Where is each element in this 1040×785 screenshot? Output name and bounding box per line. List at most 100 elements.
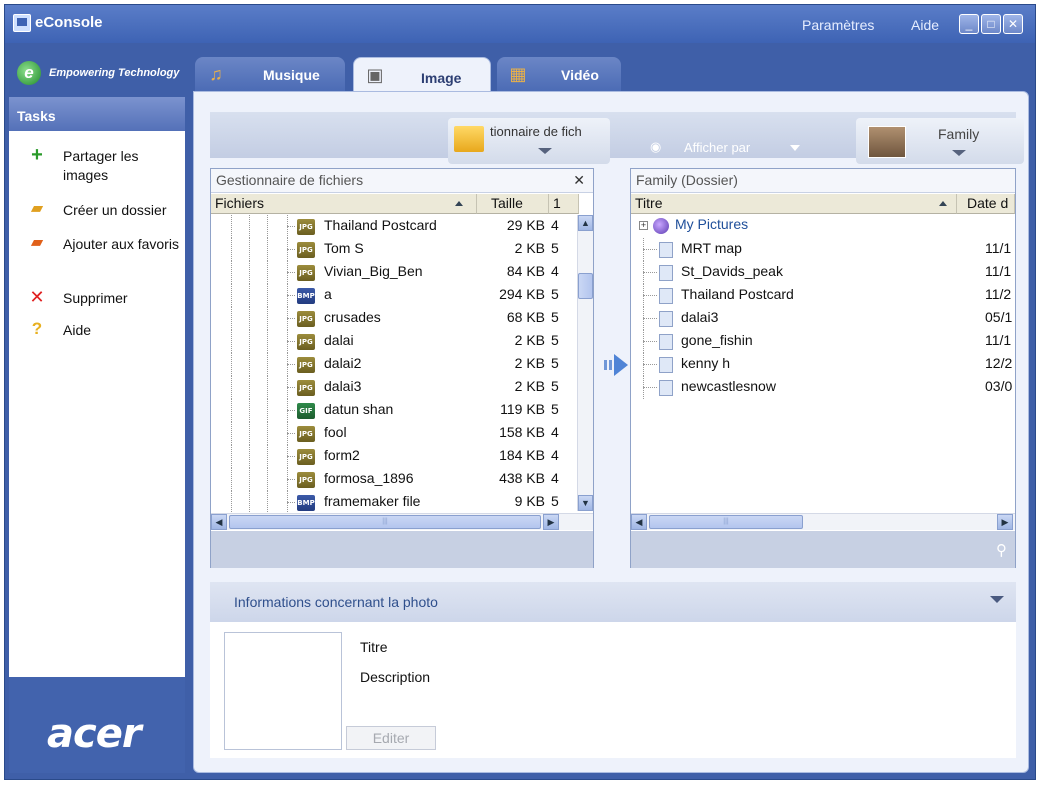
file-size: 184 KB [499, 447, 545, 463]
tree-guide-line [267, 330, 268, 353]
aide-link[interactable]: Aide [911, 17, 939, 33]
search-icon[interactable]: ⚲ [996, 541, 1007, 559]
table-row[interactable]: JPG formosa_1896 438 KB 4 [211, 468, 593, 491]
scroll-left-icon[interactable]: ◀ [211, 514, 227, 530]
tree-guide-line [231, 445, 232, 468]
vertical-scrollbar[interactable]: ▲ ▼ [577, 215, 593, 511]
table-row[interactable]: JPG dalai3 2 KB 5 [211, 376, 593, 399]
list-item[interactable]: St_Davids_peak 11/1 [631, 261, 1015, 284]
album-thumbnail [868, 126, 906, 158]
scroll-left-icon[interactable]: ◀ [631, 514, 647, 530]
tree-guide-line [231, 284, 232, 307]
photo-info-body: Titre Description Editer [210, 622, 1016, 758]
tree-guide-line [249, 261, 250, 284]
table-row[interactable]: JPG dalai2 2 KB 5 [211, 353, 593, 376]
photo-info-header[interactable]: Informations concernant la photo [210, 582, 1016, 622]
file-name: formosa_1896 [324, 470, 414, 486]
table-row[interactable]: GIF datun shan 119 KB 5 [211, 399, 593, 422]
file-extra: 4 [551, 263, 559, 279]
tree-guide-line [287, 341, 295, 342]
afficher-par-label: Afficher par [684, 140, 751, 155]
column-header-fichiers[interactable]: Fichiers [211, 194, 477, 214]
jpg-file-icon: JPG [297, 472, 315, 488]
file-size: 29 KB [506, 217, 545, 233]
source-dropdown[interactable]: tionnaire de fich [448, 118, 610, 164]
scroll-thumb[interactable] [578, 273, 593, 299]
scroll-thumb[interactable]: ||| [649, 515, 803, 529]
tree-root-my-pictures[interactable]: + My Pictures [631, 215, 1015, 238]
column-header-taille[interactable]: Taille [477, 194, 549, 214]
horizontal-scrollbar[interactable]: ◀ ||| ▶ [631, 513, 1015, 530]
tree-guide-line [287, 479, 295, 480]
photo-name: kenny h [681, 355, 731, 371]
list-item[interactable]: gone_fishin 11/1 [631, 330, 1015, 353]
tab-label: Image [421, 70, 462, 86]
photo-date: 11/1 [985, 332, 1012, 348]
table-row[interactable]: JPG fool 158 KB 4 [211, 422, 593, 445]
file-name: crusades [324, 309, 381, 325]
minimize-button[interactable]: _ [959, 14, 979, 34]
photo-date: 11/1 [985, 240, 1012, 256]
column-header-titre[interactable]: Titre [631, 194, 957, 214]
scroll-up-icon[interactable]: ▲ [578, 215, 593, 231]
scroll-right-icon[interactable]: ▶ [997, 514, 1013, 530]
photo-file-icon [659, 242, 673, 258]
table-row[interactable]: BMP framemaker file 9 KB 5 [211, 491, 593, 514]
delete-icon: ✕ [29, 287, 45, 307]
table-row[interactable]: JPG dalai 2 KB 5 [211, 330, 593, 353]
table-row[interactable]: JPG crusades 68 KB 5 [211, 307, 593, 330]
column-label: 1 [553, 195, 561, 211]
list-item[interactable]: newcastlesnow 03/0 [631, 376, 1015, 399]
tab-musique[interactable]: ♫ Musique [195, 57, 345, 93]
file-name: dalai [324, 332, 354, 348]
tree-guide-line [643, 249, 657, 250]
tree-guide-line [287, 226, 295, 227]
album-dropdown[interactable]: Family [856, 118, 1024, 164]
photo-date: 12/2 [985, 355, 1013, 371]
photo-name: Thailand Postcard [681, 286, 794, 302]
column-header-date[interactable]: Date d [957, 194, 1015, 214]
scroll-right-icon[interactable]: ▶ [543, 514, 559, 530]
chevron-down-icon [952, 150, 966, 156]
tree-guide-line [249, 422, 250, 445]
file-size: 2 KB [514, 355, 545, 371]
table-row[interactable]: JPG Thailand Postcard 29 KB 4 [211, 215, 593, 238]
parametres-link[interactable]: Paramètres [802, 17, 874, 33]
column-header-extra[interactable]: 1 [549, 194, 579, 214]
file-name: fool [324, 424, 347, 440]
scroll-thumb[interactable]: ||| [229, 515, 541, 529]
app-title: eConsole [35, 14, 103, 31]
list-item[interactable]: Thailand Postcard 11/2 [631, 284, 1015, 307]
list-item[interactable]: dalai3 05/1 [631, 307, 1015, 330]
tab-label: Musique [263, 67, 320, 83]
column-label: Fichiers [215, 195, 265, 211]
edit-button[interactable]: Editer [346, 726, 436, 750]
list-item[interactable]: MRT map 11/1 [631, 238, 1015, 261]
file-name: dalai2 [324, 355, 362, 371]
table-row[interactable]: JPG form2 184 KB 4 [211, 445, 593, 468]
sort-ascending-icon [939, 201, 947, 206]
tree-guide-line [231, 353, 232, 376]
horizontal-scrollbar[interactable]: ◀ ||| ▶ [211, 513, 593, 530]
tab-video[interactable]: ▦ Vidéo [497, 57, 621, 93]
chevron-down-icon[interactable] [990, 596, 1004, 603]
scroll-down-icon[interactable]: ▼ [578, 495, 593, 511]
close-icon[interactable]: ✕ [573, 172, 585, 189]
file-name: Vivian_Big_Ben [324, 263, 423, 279]
tree-guide-line [643, 364, 657, 365]
tree-guide-line [267, 399, 268, 422]
table-row[interactable]: JPG Tom S 2 KB 5 [211, 238, 593, 261]
photo-name: gone_fishin [681, 332, 753, 348]
column-label: Titre [635, 195, 663, 211]
expand-icon[interactable]: + [639, 221, 648, 230]
file-extra: 5 [551, 493, 559, 509]
photo-file-icon [659, 288, 673, 304]
transfer-arrow-icon[interactable] [604, 354, 628, 376]
table-row[interactable]: BMP a 294 KB 5 [211, 284, 593, 307]
table-row[interactable]: JPG Vivian_Big_Ben 84 KB 4 [211, 261, 593, 284]
list-item[interactable]: kenny h 12/2 [631, 353, 1015, 376]
file-extra: 5 [551, 286, 559, 302]
maximize-button[interactable]: □ [981, 14, 1001, 34]
close-button[interactable]: ✕ [1003, 14, 1023, 34]
brand-area: acer [9, 677, 185, 773]
